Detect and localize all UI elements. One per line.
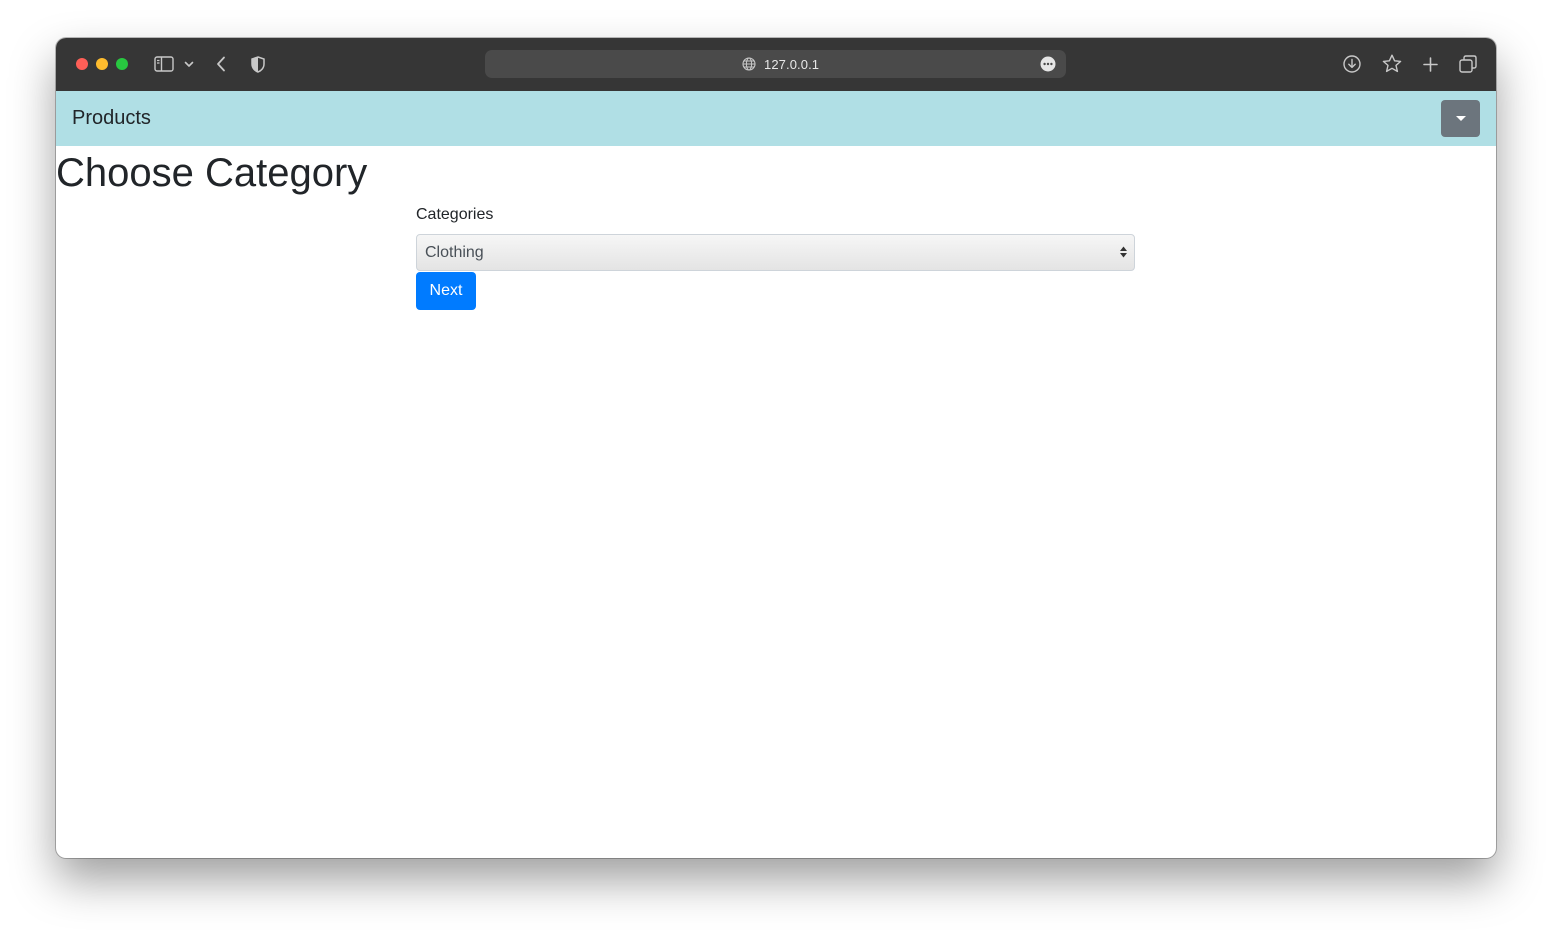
navbar-brand[interactable]: Products	[72, 106, 151, 130]
browser-window: 127.0.0.1 Products Choose Category Categ…	[56, 38, 1496, 858]
navbar-dropdown-button[interactable]	[1441, 100, 1480, 137]
tabs-overview-icon[interactable]	[1458, 54, 1478, 74]
more-icon[interactable]	[1039, 55, 1057, 73]
category-select[interactable]: Clothing	[416, 234, 1135, 271]
main-content: Choose Category Categories Clothing Next	[56, 146, 1496, 858]
browser-toolbar: 127.0.0.1	[56, 38, 1496, 91]
minimize-window-button[interactable]	[96, 58, 108, 70]
sidebar-icon[interactable]	[153, 54, 174, 74]
zoom-window-button[interactable]	[116, 58, 128, 70]
star-icon[interactable]	[1381, 53, 1402, 74]
shield-icon[interactable]	[250, 54, 266, 74]
category-select-value: Clothing	[425, 244, 484, 261]
top-navbar: Products	[56, 91, 1496, 146]
select-arrows-icon	[1119, 244, 1128, 260]
url-text: 127.0.0.1	[764, 57, 820, 72]
categories-label: Categories	[416, 206, 494, 223]
chevron-down-icon[interactable]	[183, 59, 195, 69]
back-arrow-icon[interactable]	[214, 54, 228, 74]
download-icon[interactable]	[1342, 54, 1362, 74]
next-button[interactable]: Next	[416, 272, 476, 310]
close-window-button[interactable]	[76, 58, 88, 70]
caret-down-icon	[1455, 116, 1466, 121]
plus-icon[interactable]	[1421, 55, 1439, 73]
page-title: Choose Category	[56, 151, 368, 195]
globe-icon	[741, 56, 757, 72]
